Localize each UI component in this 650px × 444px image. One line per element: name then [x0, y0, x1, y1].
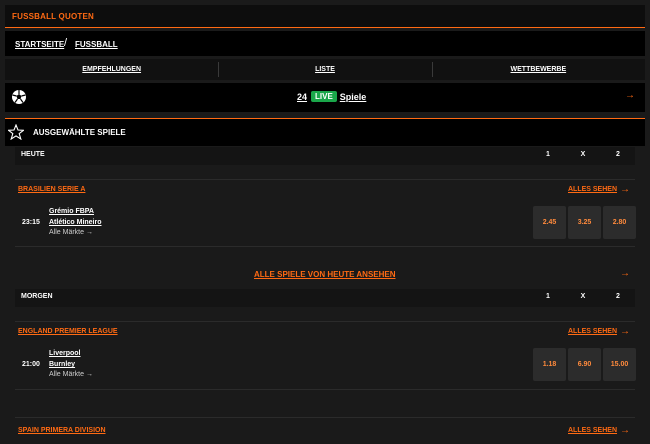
arrow-right-icon[interactable]: → [620, 326, 630, 337]
day-header-tomorrow: MORGEN 1 X 2 [15, 289, 635, 307]
odd-button-home[interactable]: 2.45 [533, 206, 566, 239]
breadcrumb-current-link[interactable]: FUSSBALL [75, 40, 118, 49]
tab-label: LISTE [315, 66, 335, 73]
tab-wettbewerbe[interactable]: WETTBEWERBE [431, 59, 645, 80]
arrow-right-icon[interactable]: → [625, 90, 635, 101]
all-markets-link[interactable]: Alle Märkte → [49, 371, 93, 378]
tab-label: EMPFEHLUNGEN [82, 66, 142, 73]
all-markets-label: Alle Märkte [49, 371, 85, 378]
featured-games-header: AUSGEWÄHLTE SPIELE [5, 118, 645, 146]
odd-button-draw[interactable]: 6.90 [568, 348, 601, 381]
odd-button-home[interactable]: 1.18 [533, 348, 566, 381]
live-badge: LIVE [311, 91, 337, 102]
section-title: AUSGEWÄHLTE SPIELE [33, 128, 126, 137]
divider [15, 417, 635, 418]
home-team-link[interactable]: Liverpool [49, 350, 81, 357]
breadcrumb-home-link[interactable]: STARTSEITE [15, 40, 64, 49]
odd-button-draw[interactable]: 3.25 [568, 206, 601, 239]
day-header-today: HEUTE 1 X 2 [15, 147, 635, 165]
match-time: 23:15 [22, 219, 40, 226]
league-link-spain[interactable]: SPAIN PRIMERA DIVISION [18, 427, 106, 434]
star-outline-icon[interactable] [8, 124, 24, 140]
arrow-right-icon[interactable]: → [620, 184, 630, 195]
col-x-label: X [580, 293, 586, 300]
away-team-link[interactable]: Burnley [49, 361, 75, 368]
col-2-label: 2 [616, 151, 620, 158]
divider [15, 246, 635, 247]
page-title: FUSSBALL QUOTEN [12, 12, 94, 21]
all-see-link[interactable]: ALLES SEHEN [568, 328, 617, 335]
league-link-england[interactable]: ENGLAND PREMIER LEAGUE [18, 328, 118, 335]
away-team-link[interactable]: Atlético Mineiro [49, 219, 102, 226]
league-link-brasilien[interactable]: BRASILIEN SERIE A [18, 186, 85, 193]
tab-liste[interactable]: LISTE [218, 59, 431, 80]
all-markets-link[interactable]: Alle Märkte → [49, 229, 93, 236]
tab-empfehlungen[interactable]: EMPFEHLUNGEN [5, 59, 218, 80]
day-label: MORGEN [21, 293, 53, 300]
arrow-right-icon: → [85, 229, 93, 236]
page-header: FUSSBALL QUOTEN [5, 5, 645, 28]
page: FUSSBALL QUOTEN STARTSEITE / FUSSBALL EM… [0, 0, 650, 444]
all-see-link[interactable]: ALLES SEHEN [568, 427, 617, 434]
odd-button-away[interactable]: 15.00 [603, 348, 636, 381]
live-games-link[interactable]: 24 LIVE Spiele [297, 91, 366, 102]
col-x-label: X [580, 151, 586, 158]
col-2-label: 2 [616, 293, 620, 300]
tab-label: WETTBEWERBE [510, 66, 567, 73]
odd-button-away[interactable]: 2.80 [603, 206, 636, 239]
see-all-today-link[interactable]: ALLE SPIELE VON HEUTE ANSEHEN [254, 270, 396, 279]
col-1-label: 1 [546, 293, 550, 300]
day-label: HEUTE [21, 151, 45, 158]
arrow-right-icon: → [85, 371, 93, 378]
divider [15, 389, 635, 390]
breadcrumb-separator: / [64, 37, 68, 49]
breadcrumb: STARTSEITE / FUSSBALL [5, 31, 645, 56]
arrow-right-icon[interactable]: → [620, 268, 630, 279]
football-icon [12, 90, 26, 104]
live-label: Spiele [339, 91, 367, 102]
tab-bar: EMPFEHLUNGEN LISTE WETTBEWERBE [5, 59, 645, 80]
live-count: 24 [297, 91, 308, 102]
divider [15, 321, 635, 322]
home-team-link[interactable]: Grémio FBPA [49, 208, 94, 215]
col-1-label: 1 [546, 151, 550, 158]
live-games-bar[interactable]: 24 LIVE Spiele → [5, 83, 645, 112]
match-time: 21:00 [22, 361, 40, 368]
all-see-link[interactable]: ALLES SEHEN [568, 186, 617, 193]
arrow-right-icon[interactable]: → [620, 425, 630, 436]
divider [15, 179, 635, 180]
all-markets-label: Alle Märkte [49, 229, 85, 236]
